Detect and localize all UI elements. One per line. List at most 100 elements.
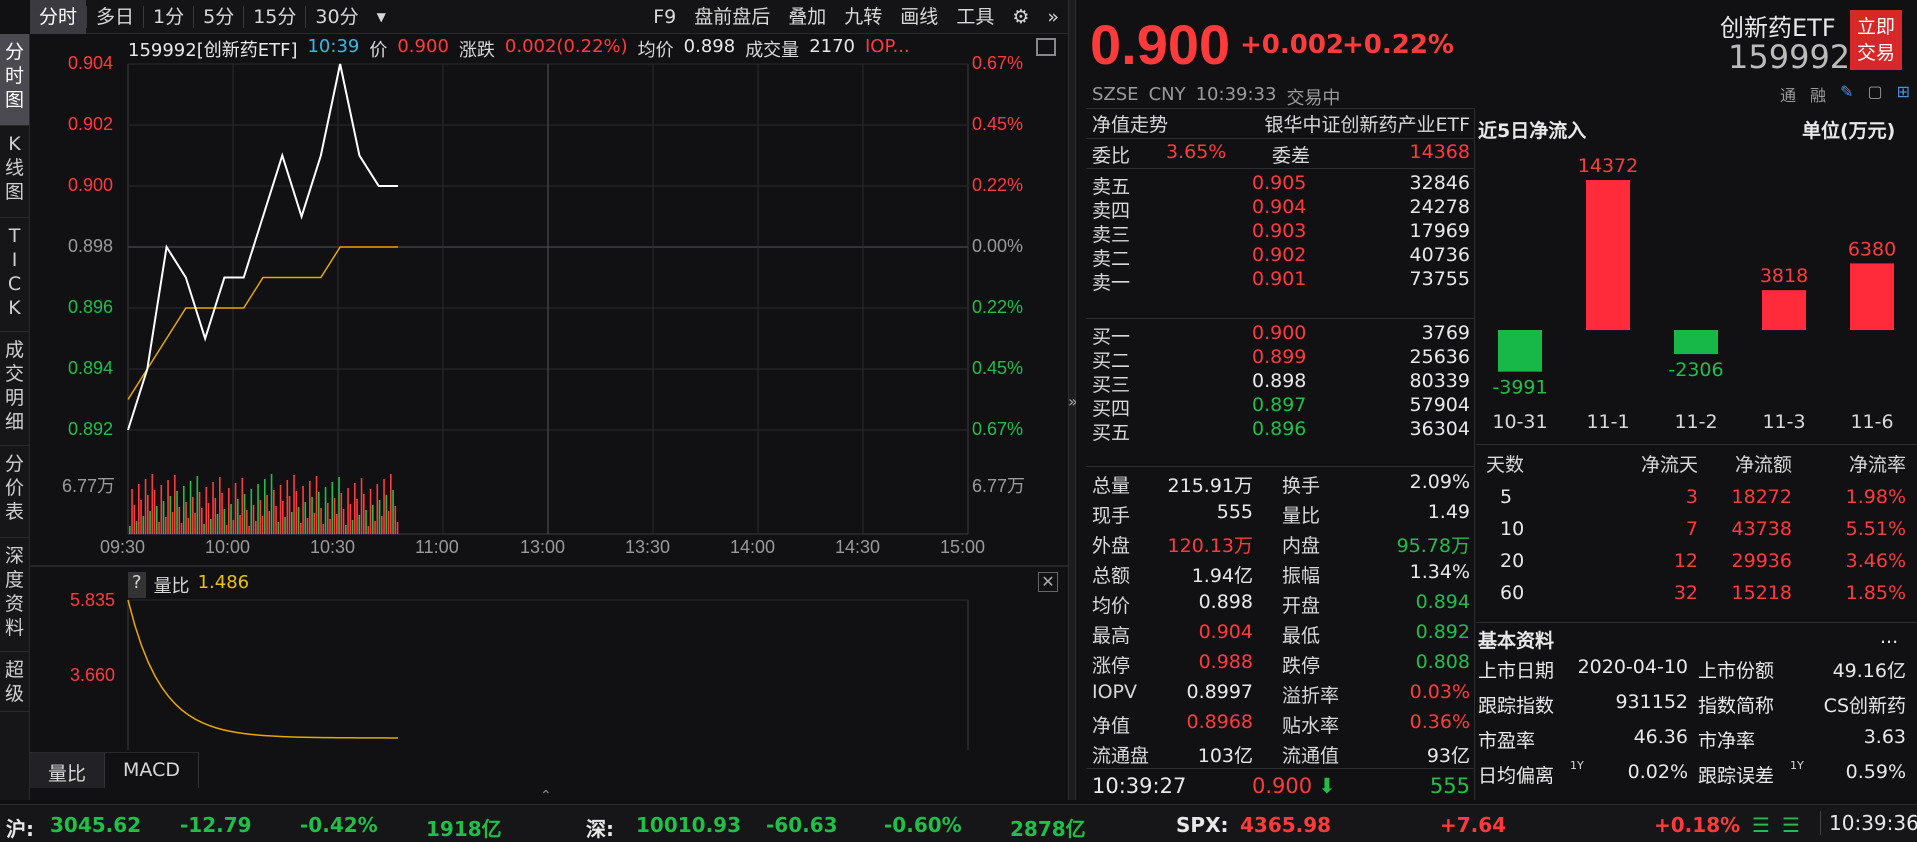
basic-value: CS创新药 bbox=[1823, 695, 1906, 717]
volume-bar bbox=[390, 474, 392, 534]
add-icon[interactable]: ⊞ bbox=[1897, 82, 1910, 106]
volume-bar bbox=[293, 475, 295, 534]
fund-code: 159992 bbox=[1728, 38, 1851, 76]
basic-label: 日均偏离 bbox=[1478, 765, 1555, 787]
volume-bar bbox=[365, 510, 367, 534]
sh-change: -12.79 bbox=[180, 813, 252, 837]
list-alt-icon[interactable]: ☰ bbox=[1782, 813, 1800, 837]
flow-category: 11-2 bbox=[1674, 411, 1717, 433]
flow-bar bbox=[1586, 180, 1630, 330]
volume-bar bbox=[284, 517, 286, 534]
last-tick-row: 10:39:27 0.900 ⬇ 555 bbox=[1092, 774, 1470, 800]
close-icon[interactable]: ✕ bbox=[1038, 572, 1058, 592]
subtab-macd[interactable]: MACD bbox=[105, 753, 199, 788]
volume-bar bbox=[214, 498, 217, 534]
nav-row: 净值走势 银华中证创新药产业ETF bbox=[1092, 110, 1470, 137]
tong-label: 通 bbox=[1780, 86, 1797, 105]
stat-value: 0.808 bbox=[1415, 651, 1470, 673]
stat-label: 换手 bbox=[1282, 475, 1321, 497]
volume-bar bbox=[320, 508, 322, 534]
flow-category: 11-1 bbox=[1586, 411, 1629, 433]
volume-bar bbox=[203, 524, 205, 534]
net-inflow-chart: -3991 10-31 14372 11-1 -2306 11-2 3818 11-3 6380… bbox=[1492, 155, 1896, 433]
edit-icon[interactable]: ✎ bbox=[1840, 82, 1853, 106]
flow-bar bbox=[1674, 330, 1718, 355]
stat-label: 外盘 bbox=[1092, 535, 1131, 557]
y-tick-right: 0.22% bbox=[972, 175, 1024, 195]
price-pct: +0.22% bbox=[1342, 30, 1454, 60]
ask-level-label: 卖四 bbox=[1092, 200, 1131, 222]
list-icon[interactable]: ☰ bbox=[1752, 813, 1770, 837]
volume-bar bbox=[291, 512, 293, 534]
flow-header: 天数 bbox=[1486, 454, 1525, 476]
volume-bar bbox=[347, 488, 349, 534]
quote-time: 10:39:33 bbox=[1195, 84, 1277, 105]
flow-bar-label: 3818 bbox=[1760, 265, 1808, 287]
volume-bar bbox=[306, 518, 309, 534]
sub-value: 1.486 bbox=[197, 572, 250, 593]
nav-label[interactable]: 净值走势 bbox=[1092, 110, 1168, 137]
trade-now-button[interactable]: 立即交易 bbox=[1850, 10, 1902, 70]
stat-value: 1.94亿 bbox=[1191, 565, 1253, 587]
volume-bar bbox=[223, 509, 226, 534]
screenshot-icon[interactable]: ▢ bbox=[1867, 82, 1882, 106]
y-tick-right: 0.45% bbox=[972, 114, 1024, 134]
y-tick-left: 0.902 bbox=[68, 114, 114, 134]
stat-label: 现手 bbox=[1092, 505, 1131, 527]
volume-bar bbox=[360, 478, 363, 534]
volume-bar bbox=[129, 526, 131, 534]
clock: 10:39:36 bbox=[1820, 811, 1917, 835]
volume-bar bbox=[277, 522, 280, 534]
spx-price: 4365.98 bbox=[1240, 813, 1332, 837]
volume-bar bbox=[183, 486, 185, 534]
flow-header: 净流额 bbox=[1734, 454, 1792, 476]
trade-status: 交易中 bbox=[1286, 88, 1341, 109]
help-icon[interactable]: ? bbox=[128, 572, 146, 598]
volume-bar bbox=[329, 519, 331, 534]
sz-pct: -0.60% bbox=[884, 813, 962, 837]
flow-net-days: 32 bbox=[1673, 582, 1698, 604]
stat-label: 总额 bbox=[1092, 565, 1131, 587]
volume-bar bbox=[216, 514, 219, 534]
weibi-value: 3.65% bbox=[1166, 141, 1227, 163]
ask-volume: 32846 bbox=[1409, 172, 1470, 194]
flow-rate: 5.51% bbox=[1845, 518, 1906, 540]
index-ticker: 沪: 3045.62 -12.79 -0.42% 1918亿 深: 10010.… bbox=[0, 804, 1917, 841]
y-tick-right: 0.67% bbox=[972, 53, 1024, 73]
volume-bar bbox=[225, 525, 228, 534]
x-tick: 13:00 bbox=[520, 537, 566, 557]
stat-value: 0.894 bbox=[1415, 591, 1470, 613]
volume-bar bbox=[342, 509, 345, 534]
market: SZSE bbox=[1092, 84, 1139, 105]
flow-net-days: 3 bbox=[1685, 486, 1698, 508]
basic-value: 0.02% bbox=[1627, 761, 1688, 783]
volume-bar bbox=[385, 495, 388, 534]
spx-change: +7.64 bbox=[1440, 813, 1507, 837]
stat-label: 最高 bbox=[1092, 625, 1131, 647]
down-arrow-icon: ⬇ bbox=[1318, 774, 1336, 798]
volume-bar bbox=[192, 497, 194, 534]
volume-bar bbox=[196, 476, 199, 534]
subtab-volume-ratio[interactable]: 量比 bbox=[30, 753, 106, 788]
volume-bar bbox=[147, 495, 149, 534]
flow-net-days: 7 bbox=[1685, 518, 1698, 540]
basic-more-icon[interactable]: ... bbox=[1880, 626, 1898, 648]
stat-label: 开盘 bbox=[1282, 595, 1321, 617]
ask-price: 0.904 bbox=[1252, 196, 1307, 218]
volume-bar bbox=[331, 482, 334, 534]
intraday-chart bbox=[30, 63, 1068, 750]
basic-title: 基本资料 bbox=[1478, 630, 1555, 652]
stat-label: 涨停 bbox=[1092, 655, 1131, 677]
volume-bar bbox=[302, 486, 304, 534]
stat-value: 215.91万 bbox=[1167, 475, 1253, 497]
expand-up-icon[interactable]: ⌃ bbox=[540, 788, 552, 804]
stat-value: 555 bbox=[1216, 501, 1253, 523]
ask-price: 0.903 bbox=[1252, 220, 1307, 242]
flow-title: 近5日净流入 bbox=[1478, 120, 1587, 142]
stat-value: 0.36% bbox=[1409, 711, 1470, 733]
volume-bar bbox=[234, 483, 237, 534]
flow-rate: 3.46% bbox=[1845, 550, 1906, 572]
stat-label: 溢折率 bbox=[1282, 685, 1340, 707]
volume-bar bbox=[336, 514, 338, 534]
superscript: 1Y bbox=[1570, 759, 1584, 772]
